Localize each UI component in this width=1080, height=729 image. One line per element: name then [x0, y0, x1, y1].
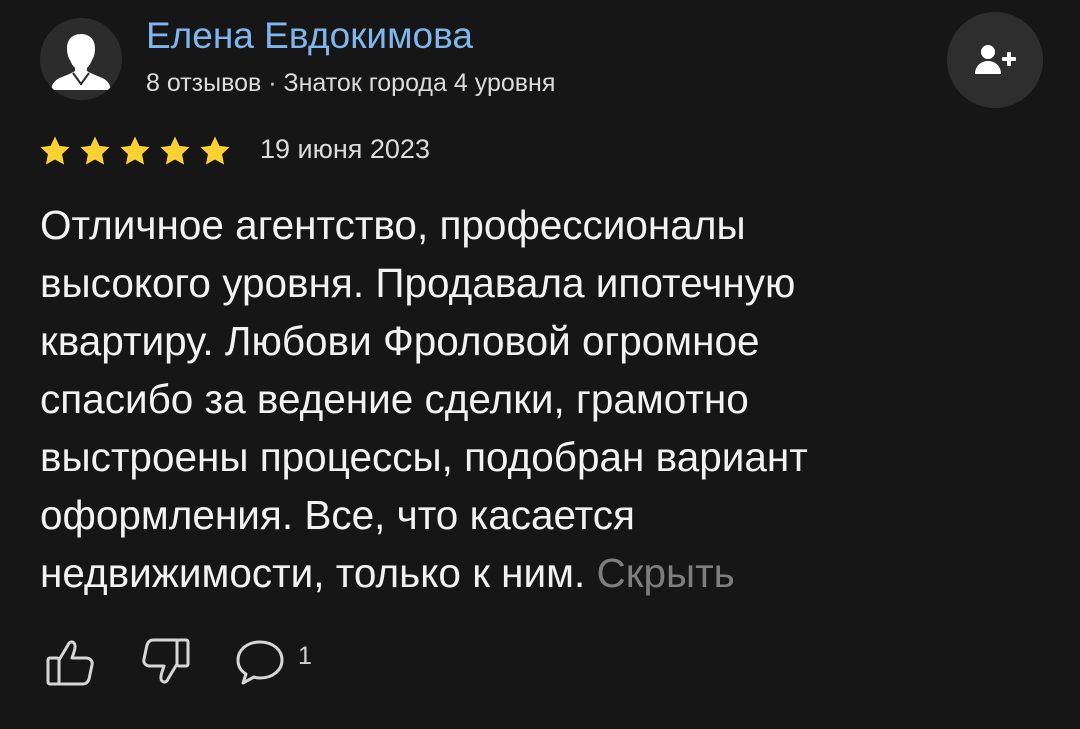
review-text-line: спасибо за ведение сделки, грамотно: [40, 376, 749, 422]
review-text-line: Отличное агентство, профессионалы: [40, 202, 746, 248]
thumbs-down-icon: [142, 638, 190, 684]
rating-stars: [38, 134, 238, 168]
star-icon: [120, 136, 150, 165]
star-icon: [40, 136, 70, 165]
subscribe-button[interactable]: [947, 12, 1043, 108]
review-text-line: оформления. Все, что касается: [40, 492, 635, 538]
star-icon: [160, 136, 190, 165]
review-text: Отличное агентство, профессионалы высоко…: [40, 196, 1040, 602]
review-date: 19 июня 2023: [260, 134, 430, 164]
review-text-line: квартиру. Любови Фроловой огромное: [40, 318, 760, 364]
review-text-line: недвижимости, только к ним.: [40, 550, 586, 596]
review-card: Елена Евдокимова 8 отзывов · Знаток горо…: [0, 0, 1080, 729]
star-icon: [200, 136, 230, 165]
review-text-line: выстроены процессы, подобран вариант: [40, 434, 808, 480]
review-text-last-line: недвижимости, только к ним. Скрыть: [40, 544, 1040, 602]
author-avatar[interactable]: [40, 18, 122, 100]
comments-button[interactable]: 1: [230, 632, 312, 692]
author-meta: 8 отзывов · Знаток города 4 уровня: [146, 69, 556, 97]
comment-count: 1: [298, 641, 312, 670]
comment-icon: [236, 640, 284, 685]
user-silhouette-icon: [40, 18, 122, 100]
like-button[interactable]: [40, 632, 100, 692]
dislike-button[interactable]: [136, 632, 196, 692]
author-name[interactable]: Елена Евдокимова: [146, 14, 473, 58]
review-text-line: высокого уровня. Продавала ипотечную: [40, 260, 796, 306]
thumbs-up-icon: [46, 640, 94, 686]
add-user-icon: [975, 45, 1016, 74]
star-icon: [80, 136, 110, 165]
hide-review-link[interactable]: Скрыть: [597, 550, 735, 596]
